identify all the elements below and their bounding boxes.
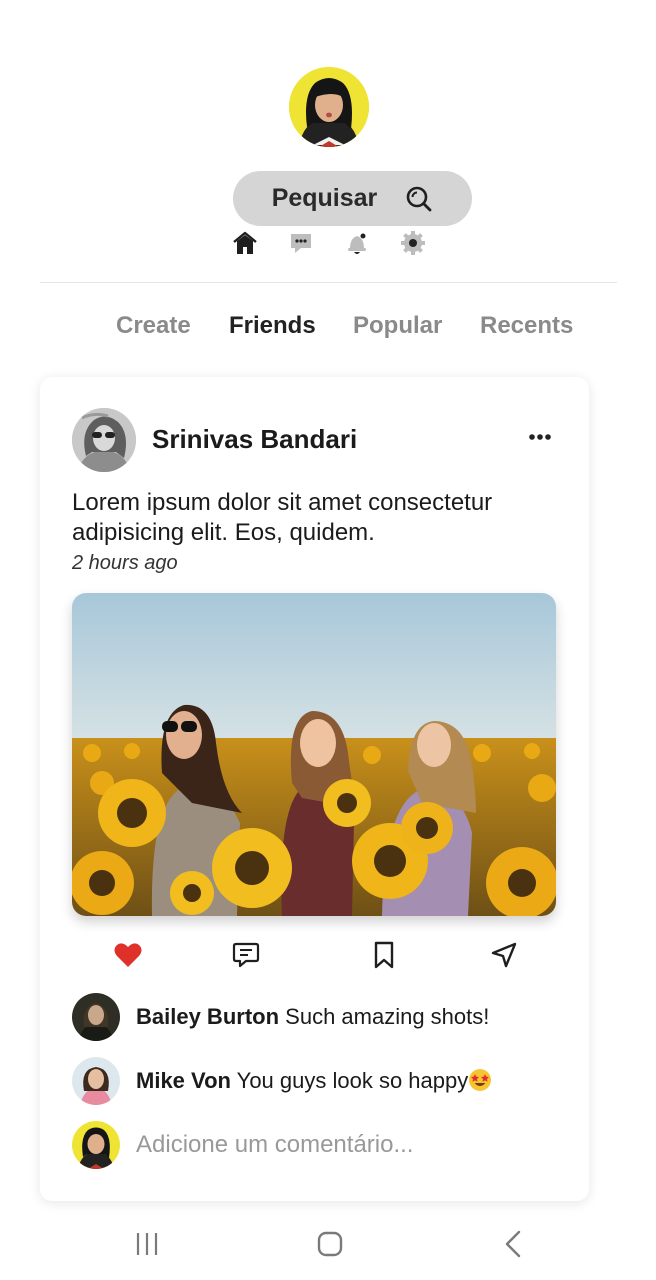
header-divider (40, 282, 617, 283)
post-text: Lorem ipsum dolor sit amet consectetur a… (72, 489, 493, 546)
commenter-avatar[interactable] (72, 993, 120, 1041)
back-icon[interactable] (498, 1228, 530, 1260)
feed-tabs: Create Friends Popular Recents (0, 312, 656, 348)
tab-popular[interactable]: Popular (353, 312, 442, 340)
tab-recents[interactable]: Recents (480, 312, 573, 340)
comment-author[interactable]: Bailey Burton (136, 1004, 279, 1029)
heart-icon[interactable] (113, 940, 143, 970)
settings-icon[interactable] (399, 229, 427, 257)
comment-text: Such amazing shots! (285, 1004, 490, 1029)
bookmark-icon[interactable] (369, 940, 399, 970)
search-label: Pequisar (271, 184, 378, 212)
comment-item: Mike Von You guys look so happy (72, 1057, 562, 1105)
post-card: Srinivas Bandari Lorem ipsum dolor sit a… (40, 377, 589, 1201)
comment-text: You guys look so happy (236, 1068, 469, 1093)
more-options-icon[interactable] (526, 427, 554, 447)
search-icon (405, 185, 433, 213)
share-icon[interactable] (489, 940, 519, 970)
tab-create[interactable]: Create (116, 312, 191, 340)
post-author-name[interactable]: Srinivas Bandari (152, 424, 357, 455)
post-photo[interactable] (72, 593, 556, 916)
bell-icon[interactable] (343, 229, 371, 257)
home-nav-icon[interactable] (314, 1228, 346, 1260)
top-nav-icons (230, 229, 430, 259)
post-timestamp: 2 hours ago (72, 552, 178, 574)
comment-icon[interactable] (231, 940, 261, 970)
recent-apps-icon[interactable] (131, 1228, 163, 1260)
profile-avatar[interactable] (289, 67, 369, 147)
search-button[interactable]: Pequisar (233, 171, 472, 226)
comment-author[interactable]: Mike Von (136, 1068, 231, 1093)
comment-input[interactable] (136, 1129, 546, 1161)
star-struck-emoji (468, 1068, 492, 1092)
comment-item: Bailey Burton Such amazing shots! (72, 993, 562, 1041)
author-avatar[interactable] (72, 408, 136, 472)
tab-friends[interactable]: Friends (229, 312, 316, 340)
home-icon[interactable] (231, 229, 259, 257)
current-user-avatar[interactable] (72, 1121, 120, 1169)
commenter-avatar[interactable] (72, 1057, 120, 1105)
chat-icon[interactable] (287, 229, 315, 257)
